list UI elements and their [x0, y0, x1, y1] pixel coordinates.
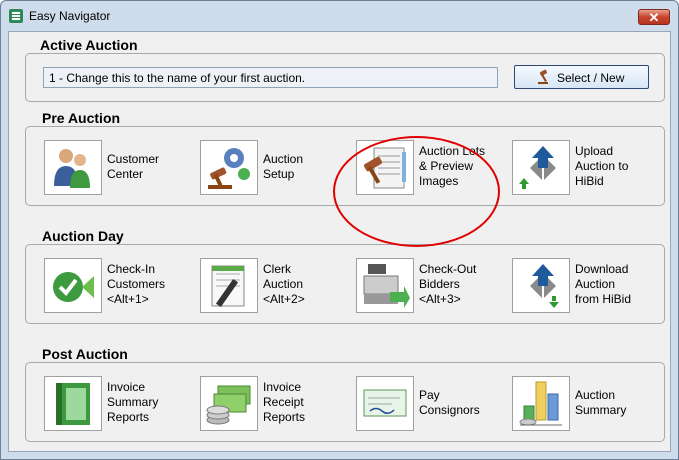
invoice-summary-label: Invoice Summary Reports	[107, 380, 159, 424]
active-auction-field[interactable]: 1 - Change this to the name of your firs…	[43, 67, 498, 88]
select-new-button[interactable]: Select / New	[514, 65, 649, 89]
invoice-receipt-button[interactable]	[200, 376, 258, 431]
active-auction-heading: Active Auction	[40, 37, 138, 53]
auction-lots-label: Auction Lots & Preview Images	[419, 144, 486, 188]
customers-icon	[54, 149, 90, 188]
auction-day-heading: Auction Day	[42, 228, 124, 244]
easy-navigator-window: Easy Navigator ✕ Active Auction 1 - Chan…	[0, 0, 679, 460]
active-auction-group: 1 - Change this to the name of your firs…	[25, 53, 665, 102]
title-bar: Easy Navigator ✕	[1, 1, 678, 31]
check-in-button[interactable]	[44, 258, 102, 313]
gavel-icon	[538, 69, 548, 84]
money-stack-icon	[206, 385, 251, 425]
invoice-summary-button[interactable]	[44, 376, 102, 431]
auction-summary-button[interactable]	[512, 376, 570, 431]
download-hibid-label: Download Auction from HiBid	[575, 262, 632, 306]
clerk-auction-button[interactable]	[200, 258, 258, 313]
gear-gavel-icon	[208, 148, 250, 189]
check-in-label: Check-In Customers <Alt+1>	[107, 262, 166, 306]
check-payment-icon	[363, 389, 407, 417]
auction-day-group: Check-In Customers <Alt+1> Clerk Auction…	[25, 244, 665, 324]
client-area: Active Auction 1 - Change this to the na…	[8, 31, 671, 452]
customer-center-label: Customer Center	[107, 152, 160, 181]
customer-center-button[interactable]	[44, 140, 102, 195]
post-auction-group: Invoice Summary Reports Invoice Receipt …	[25, 362, 665, 442]
close-button[interactable]: ✕	[638, 9, 670, 25]
app-icon	[9, 9, 23, 23]
upload-hibid-button[interactable]	[512, 140, 570, 195]
bar-chart-icon	[519, 381, 562, 426]
pre-auction-heading: Pre Auction	[42, 110, 121, 126]
pre-auction-group: Customer Center Auction Setup Auction Lo…	[25, 126, 665, 206]
auction-setup-label: Auction Setup	[263, 152, 304, 181]
auction-summary-label: Auction Summary	[575, 388, 627, 417]
catalog-gavel-icon	[363, 147, 406, 189]
auction-setup-button[interactable]	[200, 140, 258, 195]
clerk-pen-icon	[211, 265, 245, 308]
post-auction-heading: Post Auction	[42, 346, 128, 362]
check-out-label: Check-Out Bidders <Alt+3>	[419, 262, 477, 306]
download-hibid-button[interactable]	[512, 258, 570, 313]
invoice-book-icon	[56, 383, 90, 425]
pay-consignors-button[interactable]	[356, 376, 414, 431]
clerk-auction-label: Clerk Auction <Alt+2>	[263, 262, 305, 306]
upload-hibid-label: Upload Auction to HiBid	[575, 144, 629, 188]
select-new-label: Select / New	[557, 71, 625, 85]
cash-register-icon	[363, 264, 410, 308]
check-in-icon	[53, 272, 94, 302]
download-icon	[530, 264, 559, 308]
auction-lots-button[interactable]	[356, 140, 414, 195]
upload-icon	[519, 146, 556, 189]
check-out-button[interactable]	[356, 258, 414, 313]
invoice-receipt-label: Invoice Receipt Reports	[263, 380, 306, 424]
window-title: Easy Navigator	[29, 9, 111, 23]
pay-consignors-label: Pay Consignors	[419, 388, 480, 417]
